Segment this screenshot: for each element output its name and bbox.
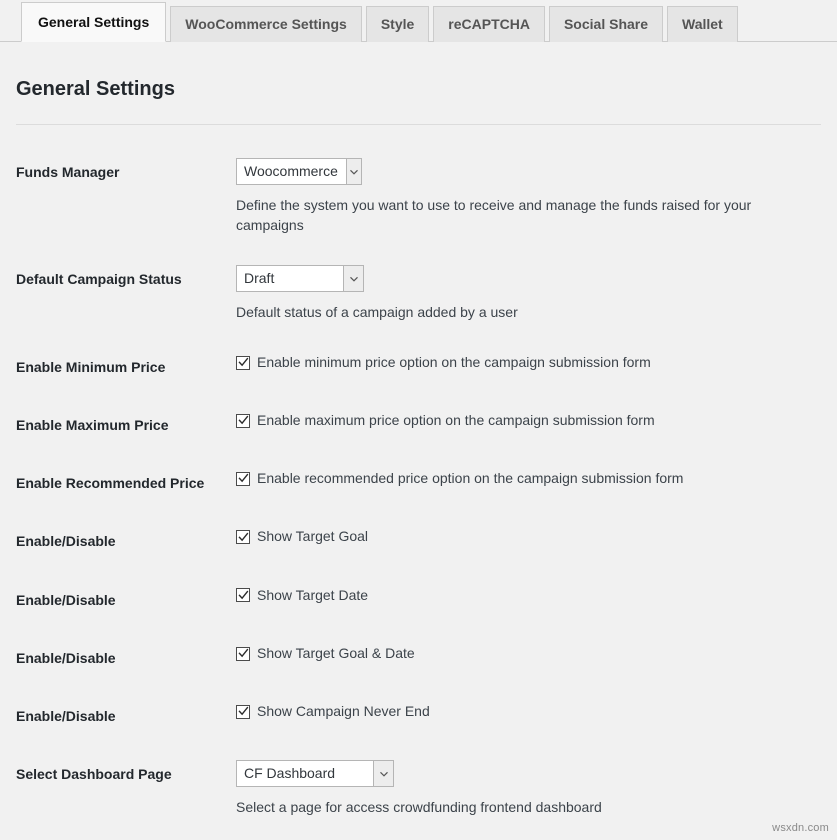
field-control-cell: Show Target Goal & Date xyxy=(236,629,821,687)
settings-page: General Settings Funds ManagerWoocommerc… xyxy=(0,78,837,833)
tab-recaptcha[interactable]: reCAPTCHA xyxy=(433,6,545,42)
field-control-cell: Enable minimum price option on the campa… xyxy=(236,338,821,396)
checkbox-row[interactable]: Show Target Date xyxy=(236,586,811,606)
field-control-cell: Show Campaign Never End xyxy=(236,687,821,745)
field-control-cell: Show Target Date xyxy=(236,571,821,629)
settings-row: Enable Minimum Price Enable minimum price… xyxy=(16,338,821,396)
select-value: CF Dashboard xyxy=(237,761,373,786)
checkbox-row[interactable]: Enable recommended price option on the c… xyxy=(236,469,811,489)
field-control-cell: Enable recommended price option on the c… xyxy=(236,454,821,512)
checkbox-checked[interactable] xyxy=(236,356,250,370)
site-watermark: wsxdn.com xyxy=(772,822,829,834)
field-description: Default status of a campaign added by a … xyxy=(236,303,811,323)
checkbox-checked[interactable] xyxy=(236,705,250,719)
chevron-down-icon[interactable] xyxy=(346,159,361,184)
settings-row: Enable/Disable Show Target Goal & Date xyxy=(16,629,821,687)
field-label: Enable Minimum Price xyxy=(16,338,236,396)
field-label: Enable/Disable xyxy=(16,629,236,687)
checkbox-label: Show Campaign Never End xyxy=(257,702,430,722)
field-description: Select a page for access crowdfunding fr… xyxy=(236,798,811,818)
title-divider xyxy=(16,124,821,125)
checkbox-checked[interactable] xyxy=(236,588,250,602)
select-default-campaign-status[interactable]: Draft xyxy=(236,265,364,292)
tab-social-share[interactable]: Social Share xyxy=(549,6,663,42)
field-control-cell: Enable maximum price option on the campa… xyxy=(236,396,821,454)
field-label: Enable/Disable xyxy=(16,512,236,570)
general-settings-form: Funds ManagerWoocommerce Define the syste… xyxy=(16,143,821,833)
settings-row: Enable/Disable Show Campaign Never End xyxy=(16,687,821,745)
settings-row: Enable/Disable Show Target Goal xyxy=(16,512,821,570)
tab-wallet[interactable]: Wallet xyxy=(667,6,738,42)
chevron-down-icon[interactable] xyxy=(343,266,363,291)
checkbox-checked[interactable] xyxy=(236,530,250,544)
settings-row: Select Dashboard PageCF Dashboard Select … xyxy=(16,745,821,833)
field-label: Enable Maximum Price xyxy=(16,396,236,454)
checkbox-label: Show Target Goal xyxy=(257,527,368,547)
settings-row: Funds ManagerWoocommerce Define the syste… xyxy=(16,143,821,250)
checkbox-row[interactable]: Show Target Goal & Date xyxy=(236,644,811,664)
field-label: Funds Manager xyxy=(16,143,236,250)
checkbox-label: Show Target Date xyxy=(257,586,368,606)
settings-tab-bar: General SettingsWooCommerce SettingsStyl… xyxy=(0,0,837,42)
tab-woocommerce-settings[interactable]: WooCommerce Settings xyxy=(170,6,362,42)
settings-row: Enable Recommended Price Enable recommend… xyxy=(16,454,821,512)
field-description: Define the system you want to use to rec… xyxy=(236,196,811,235)
field-label: Enable/Disable xyxy=(16,571,236,629)
checkbox-checked[interactable] xyxy=(236,472,250,486)
settings-row: Enable/Disable Show Target Date xyxy=(16,571,821,629)
field-control-cell: Woocommerce Define the system you want to… xyxy=(236,143,821,250)
checkbox-label: Show Target Goal & Date xyxy=(257,644,415,664)
field-label: Default Campaign Status xyxy=(16,250,236,338)
checkbox-row[interactable]: Enable maximum price option on the campa… xyxy=(236,411,811,431)
field-control-cell: Draft Default status of a campaign added … xyxy=(236,250,821,338)
checkbox-row[interactable]: Show Target Goal xyxy=(236,527,811,547)
select-value: Woocommerce xyxy=(237,159,346,184)
page-title: General Settings xyxy=(16,78,821,101)
settings-row: Default Campaign StatusDraft Default stat… xyxy=(16,250,821,338)
checkbox-checked[interactable] xyxy=(236,647,250,661)
checkbox-row[interactable]: Enable minimum price option on the campa… xyxy=(236,353,811,373)
checkbox-row[interactable]: Show Campaign Never End xyxy=(236,702,811,722)
checkbox-label: Enable maximum price option on the campa… xyxy=(257,411,655,431)
settings-row: Enable Maximum Price Enable maximum price… xyxy=(16,396,821,454)
field-label: Select Dashboard Page xyxy=(16,745,236,833)
checkbox-checked[interactable] xyxy=(236,414,250,428)
field-control-cell: Show Target Goal xyxy=(236,512,821,570)
tab-general-settings[interactable]: General Settings xyxy=(21,2,166,42)
checkbox-label: Enable recommended price option on the c… xyxy=(257,469,683,489)
checkbox-label: Enable minimum price option on the campa… xyxy=(257,353,651,373)
field-label: Enable Recommended Price xyxy=(16,454,236,512)
select-select-dashboard-page[interactable]: CF Dashboard xyxy=(236,760,394,787)
tab-style[interactable]: Style xyxy=(366,6,429,42)
field-label: Enable/Disable xyxy=(16,687,236,745)
field-control-cell: CF Dashboard Select a page for access cro… xyxy=(236,745,821,833)
chevron-down-icon[interactable] xyxy=(373,761,393,786)
select-value: Draft xyxy=(237,266,343,291)
select-funds-manager[interactable]: Woocommerce xyxy=(236,158,362,185)
